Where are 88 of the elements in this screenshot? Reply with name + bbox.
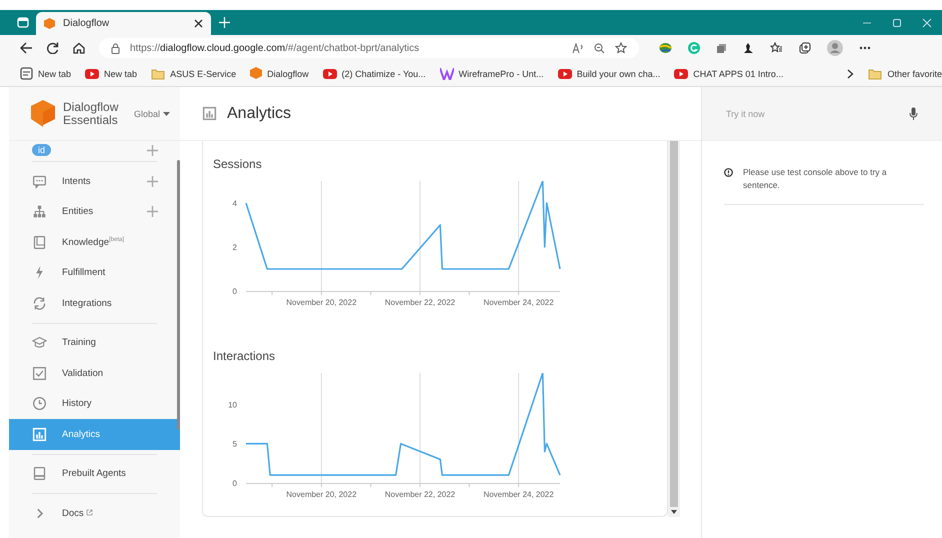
cube-icon: [44, 18, 55, 30]
bookmark-link[interactable]: Other favorite: [887, 68, 942, 78]
axis-label: 10: [228, 400, 237, 410]
more-icon[interactable]: [859, 46, 871, 50]
book-icon: [32, 234, 47, 250]
play-icon: [558, 68, 572, 78]
region-dropdown[interactable]: Global: [134, 108, 170, 118]
sidebar-item[interactable]: Integrations: [9, 288, 180, 318]
wireframe-logo-icon: [440, 68, 454, 80]
chart-title: Interactions: [213, 349, 276, 363]
sidebar-item[interactable]: Fulfillment: [9, 258, 180, 288]
axis-label: 4: [232, 199, 237, 208]
folder-icon: [151, 68, 166, 80]
zoom-icon[interactable]: [594, 42, 605, 54]
url-text: https://dialogflow.cloud.google.com/#/agent/chatbot-bprt/analytics: [130, 42, 420, 54]
sidebar-item[interactable]: Training: [9, 328, 180, 358]
axis-label: November 22, 2022: [384, 298, 456, 307]
close-icon[interactable]: [194, 19, 203, 28]
axis-label: 2: [232, 243, 237, 252]
chevron-icon[interactable]: [847, 68, 854, 78]
info-message: Please use test console above to try a sentence.: [743, 166, 888, 192]
clock-icon: [32, 396, 47, 412]
caret-icon: [163, 112, 170, 116]
folder-icon: [868, 68, 882, 80]
chat-bubble-icon: [32, 174, 47, 189]
axis-label: 0: [232, 287, 237, 296]
scroll-down-icon[interactable]: [671, 510, 677, 514]
scrollbar[interactable]: [177, 160, 180, 430]
bar-chart-icon: [32, 426, 47, 442]
browser-tab[interactable]: Dialogflow: [36, 12, 211, 35]
chart-title: Sessions: [213, 157, 262, 171]
refresh-icon[interactable]: [47, 42, 59, 54]
restore-icon[interactable]: [892, 18, 902, 28]
bar-chart-icon: [202, 106, 217, 121]
collections-icon[interactable]: [799, 42, 811, 54]
bookmark-link[interactable]: New tab: [38, 68, 72, 78]
brand-name: Essentials: [63, 114, 118, 126]
bookmark-link[interactable]: CHAT APPS 01 Intro...: [693, 68, 784, 78]
cube-logo-icon: [31, 100, 55, 127]
sidebar-item[interactable]: Intents: [9, 166, 180, 196]
avatar-icon[interactable]: [827, 40, 843, 56]
page-title: Analytics: [227, 104, 292, 122]
bookmark-link[interactable]: Dialogflow: [267, 68, 309, 78]
sidebar-item[interactable]: Entities: [9, 196, 180, 227]
play-icon: [85, 68, 100, 78]
extension-icon[interactable]: [716, 42, 727, 54]
axis-label: November 24, 2022: [483, 490, 554, 499]
bookmark-link[interactable]: ASUS E-Service: [170, 68, 236, 78]
address-bar[interactable]: https://dialogflow.cloud.google.com/#/agent/chatbot-bprt/analytics: [99, 38, 639, 58]
axis-label: November 20, 2022: [286, 490, 357, 499]
sidebar-item[interactable]: Prebuilt Agents: [9, 458, 180, 489]
brand-name: Dialogflow: [63, 100, 118, 114]
home-icon[interactable]: [73, 42, 85, 54]
bookmark-link[interactable]: New tab: [104, 68, 138, 78]
lock-icon: [111, 42, 120, 54]
read-aloud-icon[interactable]: [572, 42, 584, 54]
sidebar-item[interactable]: Docs: [9, 498, 180, 528]
sidebar-item[interactable]: Knowledge$^{[beta]}$: [9, 227, 180, 258]
try-it-now-field[interactable]: Try it now: [724, 108, 901, 120]
favorites-icon[interactable]: [770, 42, 783, 54]
globe-icon[interactable]: [659, 42, 672, 54]
checkbox-icon: [32, 366, 47, 381]
axis-label: November 22, 2022: [384, 490, 456, 499]
sync-icon: [32, 296, 47, 311]
info-icon: [724, 168, 733, 177]
microphone-icon[interactable]: [909, 107, 918, 120]
play-icon: [674, 68, 688, 78]
external-link-icon: [86, 508, 93, 516]
hierarchy-icon: [32, 204, 47, 220]
play-icon: [322, 68, 337, 78]
page-icon: [20, 67, 33, 80]
bookmark-link[interactable]: WireframePro - Unt...: [458, 68, 544, 78]
new-tab-icon[interactable]: [219, 17, 230, 28]
tab-actions-icon[interactable]: [17, 17, 29, 28]
axis-label: November 20, 2022: [286, 298, 357, 307]
axis-label: 5: [232, 440, 237, 449]
cube-icon: [250, 67, 262, 80]
star-icon[interactable]: [615, 42, 627, 54]
axis-label: November 24, 2022: [483, 298, 554, 307]
agent-icon: [32, 466, 47, 482]
back-icon[interactable]: [20, 42, 33, 54]
bookmark-link[interactable]: (2) Chatimize - You...: [342, 68, 426, 78]
axis-label: 0: [232, 479, 237, 488]
sidebar-item[interactable]: Validation: [9, 358, 180, 388]
graduation-cap-icon: [32, 335, 47, 350]
sidebar-item[interactable]: History: [9, 388, 180, 419]
bookmark-link[interactable]: Build your own cha...: [576, 68, 660, 78]
scrollbar[interactable]: [668, 141, 680, 517]
